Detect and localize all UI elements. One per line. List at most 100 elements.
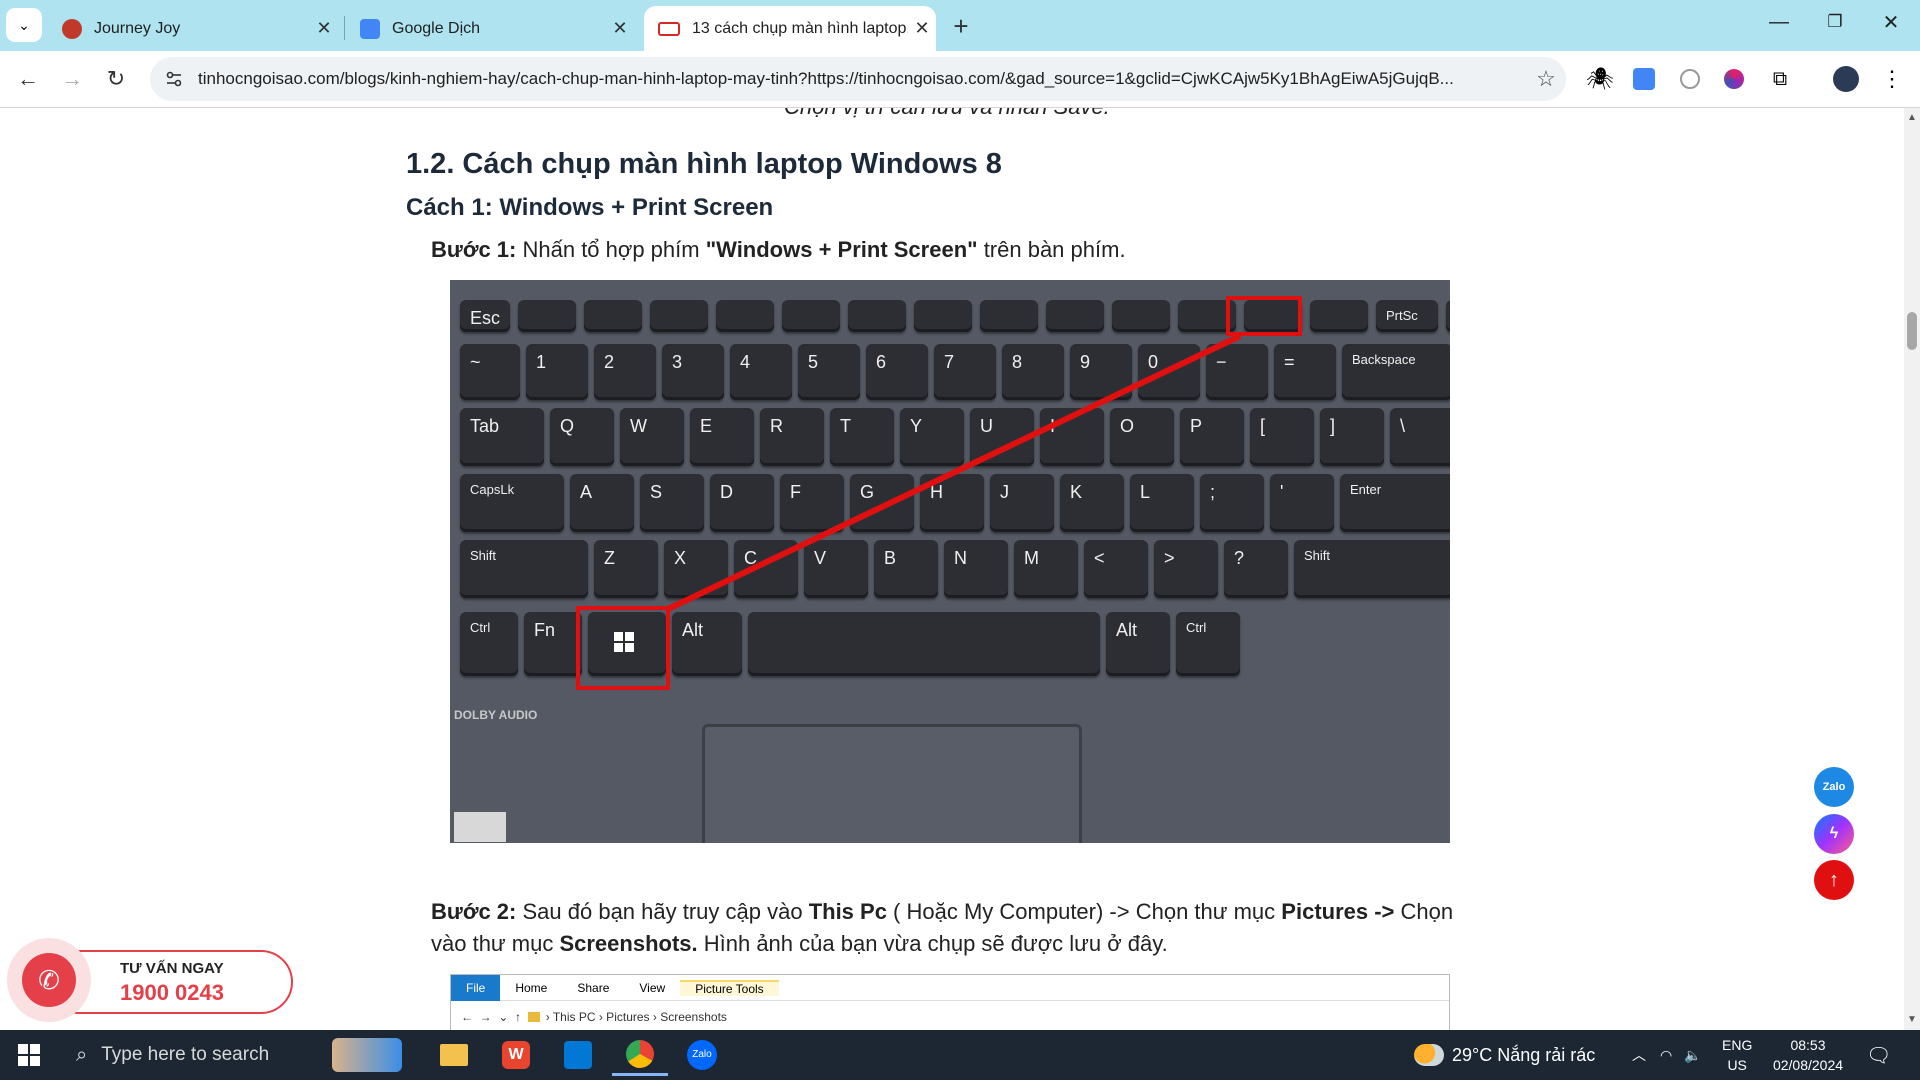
folder-icon: [527, 1012, 540, 1022]
reload-button[interactable]: ↻: [98, 61, 134, 97]
scroll-down-icon[interactable]: ▼: [1904, 1014, 1920, 1025]
step-label: Bước 1:: [431, 237, 517, 262]
restore-button[interactable]: ❐: [1806, 0, 1864, 44]
tab-title: Google Dịch: [392, 19, 481, 37]
step-bold: Screenshots.: [559, 931, 698, 956]
tab-journey-joy[interactable]: Journey Joy ✕: [48, 6, 338, 51]
wifi-icon[interactable]: ◠: [1660, 1047, 1672, 1064]
zalo-app[interactable]: Zalo: [674, 1034, 730, 1076]
minimize-button[interactable]: —: [1750, 0, 1808, 44]
start-button[interactable]: [0, 1030, 58, 1080]
explorer-screenshot: File Home Share View Picture Tools ← → ⌄…: [450, 974, 1450, 1030]
tab-strip: ⌄ Journey Joy ✕ Google Dịch ✕ 13 cách ch…: [0, 0, 1920, 51]
browser-toolbar: ← → ↻ tinhocngoisao.com/blogs/kinh-nghie…: [0, 51, 1920, 108]
step-text: Hình ảnh của bạn vừa chụp sẽ được lưu ở …: [697, 931, 1168, 956]
scrollbar-thumb[interactable]: [1907, 312, 1917, 350]
section-heading: 1.2. Cách chụp màn hình laptop Windows 8: [406, 148, 1002, 180]
step-text: vào thư mục: [431, 931, 560, 956]
close-icon[interactable]: ✕: [310, 18, 338, 39]
compass-extension-icon[interactable]: [1674, 63, 1706, 95]
arrow-left-icon: ← → ⌄ ↑: [461, 1010, 528, 1024]
tab-active-article[interactable]: 13 cách chụp màn hình laptop, ✕: [644, 6, 936, 51]
connector-line: [664, 333, 1242, 613]
arrow-up-icon: ↑: [1829, 868, 1839, 891]
tab-divider: [344, 16, 345, 40]
ribbon-tab-view: View: [639, 980, 666, 995]
zalo-icon: Zalo: [687, 1040, 717, 1070]
file-explorer-app[interactable]: [426, 1034, 482, 1076]
profile-avatar[interactable]: [1830, 63, 1862, 95]
volume-icon[interactable]: 🔈: [1684, 1047, 1701, 1064]
folder-icon: [440, 1044, 468, 1066]
clock-time: 08:53: [1790, 1037, 1826, 1053]
hotline-number[interactable]: 1900 0243: [120, 980, 224, 1006]
search-icon: ⌕: [76, 1043, 88, 1066]
weather-text: 29°C Nắng rải rác: [1452, 1044, 1596, 1065]
scroll-top-button[interactable]: ↑: [1814, 860, 1854, 900]
tab-search-button[interactable]: ⌄: [6, 8, 42, 42]
step-bold: "Windows + Print Screen": [705, 237, 978, 262]
vscode-app[interactable]: [550, 1034, 606, 1076]
ribbon-tab-file: File: [451, 974, 501, 1001]
hotline-widget[interactable]: ✆ TƯ VẤN NGAY 1900 0243: [7, 938, 293, 1022]
step-text: Chọn: [1394, 899, 1454, 924]
zalo-chat-button[interactable]: Zalo: [1814, 767, 1854, 807]
bookmark-star-icon[interactable]: ☆: [1526, 66, 1566, 92]
image-caption: Chọn vị trí cần lưu và nhấn Save.: [784, 108, 1110, 120]
close-icon[interactable]: ✕: [606, 18, 634, 39]
step1-paragraph: Bước 1: Nhấn tổ hợp phím "Windows + Prin…: [431, 234, 1126, 266]
weather-widget[interactable]: 29°C Nắng rải rác: [1414, 1030, 1595, 1080]
step2-paragraph: Bước 2: Sau đó bạn hãy truy cập vào This…: [431, 896, 1453, 960]
messenger-button[interactable]: ϟ: [1814, 814, 1854, 854]
language-indicator[interactable]: ENG US: [1722, 1030, 1752, 1080]
chevron-up-icon[interactable]: ︿: [1632, 1045, 1646, 1065]
url-text[interactable]: tinhocngoisao.com/blogs/kinh-nghiem-hay/…: [198, 69, 1526, 89]
explorer-path: › This PC › Pictures › Screenshots: [545, 1010, 727, 1024]
chevron-down-icon: ⌄: [18, 16, 30, 33]
clock-date: 02/08/2024: [1772, 1057, 1844, 1073]
close-icon[interactable]: ✕: [908, 18, 936, 39]
new-tab-button[interactable]: +: [944, 10, 978, 44]
address-bar[interactable]: tinhocngoisao.com/blogs/kinh-nghiem-hay/…: [150, 57, 1566, 101]
back-button[interactable]: ←: [10, 61, 46, 97]
wps-office-app[interactable]: W: [488, 1034, 544, 1076]
close-window-button[interactable]: ✕: [1862, 0, 1920, 44]
partly-sunny-icon: [1414, 1044, 1444, 1066]
zalo-icon: Zalo: [1822, 781, 1846, 793]
extensions-puzzle-icon[interactable]: ⧉: [1764, 63, 1796, 95]
tab-google-dich[interactable]: Google Dịch ✕: [346, 6, 634, 51]
clock[interactable]: 08:53 02/08/2024: [1768, 1030, 1848, 1080]
taskbar-widget-art[interactable]: [322, 1034, 412, 1076]
windows-logo-icon: [18, 1044, 40, 1066]
keyboard-photo: EscPrtScInsertDelete~1234567890−=Backspa…: [450, 280, 1450, 843]
google-translate-icon: [360, 18, 380, 39]
step-bold: This Pc: [808, 899, 887, 924]
hotline-circle[interactable]: ✆: [7, 938, 91, 1022]
menu-kebab-icon[interactable]: ⋮: [1876, 63, 1908, 95]
step-text: Nhấn tổ hợp phím: [516, 237, 706, 262]
search-placeholder: Type here to search: [101, 1044, 270, 1065]
scroll-up-icon[interactable]: ▲: [1904, 112, 1920, 123]
step-bold: Pictures ->: [1281, 899, 1395, 924]
google-translate-extension-icon[interactable]: [1628, 63, 1660, 95]
system-tray[interactable]: ︿ ◠ 🔈: [1632, 1030, 1718, 1080]
page-scrollbar[interactable]: ▲ ▼: [1904, 108, 1920, 1030]
explorer-ribbon: File Home Share View Picture Tools: [451, 974, 1449, 1001]
taskbar-search[interactable]: ⌕ Type here to search: [60, 1030, 320, 1080]
hotline-label: TƯ VẤN NGAY: [120, 960, 224, 977]
site-info-icon[interactable]: [160, 65, 188, 93]
color-extension-icon[interactable]: [1718, 63, 1750, 95]
tab-title: Journey Joy: [94, 19, 181, 37]
phone-icon: ✆: [38, 964, 60, 995]
notification-button[interactable]: 🗨: [1866, 1030, 1891, 1080]
forward-button[interactable]: →: [54, 61, 90, 97]
chrome-app[interactable]: [612, 1034, 668, 1076]
tab-title: 13 cách chụp màn hình laptop,: [692, 19, 908, 37]
favicon-icon: [62, 18, 82, 39]
method-heading: Cách 1: Windows + Print Screen: [406, 194, 774, 221]
extension-icon-1[interactable]: 🕷: [1584, 63, 1616, 95]
notification-icon: 🗨: [1866, 1044, 1892, 1067]
step-text: ( Hoặc My Computer) -> Chọn thư mục: [886, 899, 1282, 924]
arrow-left-icon: ←: [17, 66, 39, 91]
step-text: Sau đó bạn hãy truy cập vào: [516, 899, 809, 924]
